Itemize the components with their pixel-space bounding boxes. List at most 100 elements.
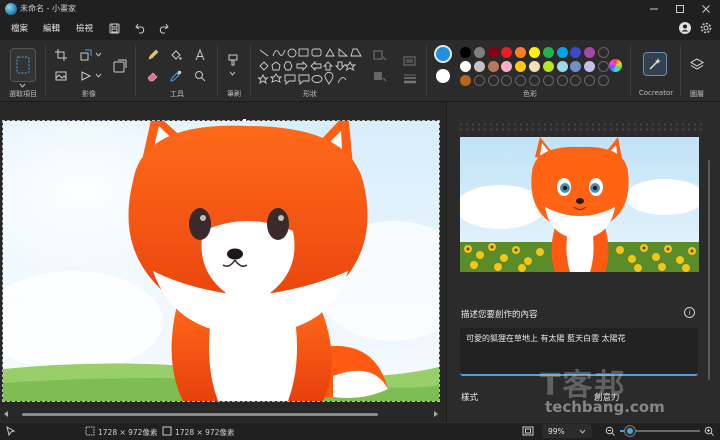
maximize-button[interactable] xyxy=(668,0,692,18)
redo-button[interactable] xyxy=(155,20,171,36)
color-swatch[interactable] xyxy=(473,47,485,58)
shapes-icon xyxy=(257,48,362,86)
zoom-level-dropdown[interactable]: 99% xyxy=(542,424,592,438)
text-button[interactable] xyxy=(192,47,208,63)
panel-scrollbar[interactable] xyxy=(708,160,710,380)
color-swatch[interactable] xyxy=(473,61,485,72)
group-label-brushes: 筆刷 xyxy=(227,90,241,98)
empty-custom-color-slot[interactable] xyxy=(529,75,540,86)
prompt-heading: 描述您要創作的內容 xyxy=(461,310,538,320)
selection-size-readout: 1728 × 972像素 xyxy=(175,428,235,437)
eraser-button[interactable] xyxy=(145,68,161,84)
menu-view[interactable]: 檢視 xyxy=(76,22,93,34)
chevron-down-icon xyxy=(95,73,102,78)
save-button[interactable] xyxy=(106,20,122,36)
settings-button[interactable] xyxy=(698,20,714,36)
color-swatch[interactable] xyxy=(529,61,540,72)
color-swatch[interactable] xyxy=(487,61,499,72)
horizontal-scroll-thumb[interactable] xyxy=(22,413,378,416)
empty-color-slot[interactable] xyxy=(598,47,609,58)
shape-fill-icon xyxy=(403,56,416,66)
shape-outline-icon xyxy=(373,50,387,61)
canvas-size-icon xyxy=(85,426,95,436)
layers-button[interactable] xyxy=(689,57,705,73)
panel-drag-handle[interactable] xyxy=(458,122,702,132)
undo-icon xyxy=(135,23,145,34)
secondary-color-swatch[interactable] xyxy=(436,69,450,83)
edit-colors-button[interactable] xyxy=(609,59,622,72)
menu-edit[interactable]: 編輯 xyxy=(43,22,60,34)
crop-button[interactable] xyxy=(53,47,69,63)
fit-to-window-button[interactable] xyxy=(522,426,534,436)
shape-outline-button[interactable] xyxy=(372,47,388,63)
close-button[interactable] xyxy=(694,0,718,18)
pointer-position-icon xyxy=(6,426,16,436)
group-label-shapes: 形狀 xyxy=(303,90,317,98)
chevron-down-icon xyxy=(229,71,236,76)
resize-button[interactable] xyxy=(78,47,94,63)
empty-custom-color-slot[interactable] xyxy=(598,75,609,86)
rotate-button[interactable] xyxy=(78,68,94,84)
color-swatch[interactable] xyxy=(529,47,540,58)
primary-color-swatch[interactable] xyxy=(434,45,452,63)
group-label-layers: 圖層 xyxy=(690,90,704,98)
canvas-resize-handle[interactable] xyxy=(243,119,246,122)
magnifier-button[interactable] xyxy=(192,68,208,84)
group-label-colors: 色彩 xyxy=(523,90,537,98)
color-swatch[interactable] xyxy=(487,47,499,58)
color-swatch[interactable] xyxy=(542,61,554,72)
zoom-out-button[interactable] xyxy=(605,426,615,436)
color-swatch[interactable] xyxy=(460,61,471,72)
scroll-left-icon xyxy=(4,411,8,417)
chevron-down-icon xyxy=(95,52,102,57)
empty-custom-color-slot[interactable] xyxy=(473,75,485,86)
shape-fill-button[interactable] xyxy=(402,53,418,69)
empty-custom-color-slot[interactable] xyxy=(542,75,554,86)
window-title: 未命名 - 小畫家 xyxy=(20,4,76,13)
stroke-size-icon xyxy=(404,74,416,84)
pencil-button[interactable] xyxy=(145,47,161,63)
selection-tool-button[interactable] xyxy=(10,48,36,82)
color-picker-button[interactable] xyxy=(168,68,184,84)
drawing-canvas[interactable] xyxy=(2,120,440,402)
save-icon xyxy=(109,23,119,33)
rotate-dropdown[interactable] xyxy=(95,73,102,78)
empty-color-slot[interactable] xyxy=(598,61,609,72)
info-icon[interactable]: i xyxy=(684,307,695,318)
ribbon-divider xyxy=(217,44,218,96)
generated-preview-image[interactable] xyxy=(460,137,699,272)
menu-file[interactable]: 檔案 xyxy=(11,22,28,34)
paint-bucket-icon xyxy=(171,50,182,60)
shapes-gallery[interactable] xyxy=(254,44,366,86)
stroke-size-button[interactable] xyxy=(402,70,418,86)
custom-color-swatch[interactable] xyxy=(460,75,471,86)
brushes-dropdown[interactable] xyxy=(229,71,236,76)
cocreator-button[interactable] xyxy=(643,52,667,76)
color-swatch[interactable] xyxy=(460,47,471,58)
selection-dropdown[interactable] xyxy=(19,83,26,88)
minimize-button[interactable] xyxy=(642,0,666,18)
paint-app-icon xyxy=(5,3,17,15)
color-swatch[interactable] xyxy=(556,61,568,72)
maximize-icon xyxy=(676,5,684,13)
image-select-button[interactable] xyxy=(53,68,69,84)
zoom-in-button[interactable] xyxy=(704,426,714,436)
shape-style-button[interactable] xyxy=(372,68,388,84)
color-swatch[interactable] xyxy=(556,47,568,58)
account-button[interactable] xyxy=(677,20,693,36)
image-adjust-button[interactable] xyxy=(112,58,128,74)
ribbon-divider xyxy=(630,44,631,96)
resize-icon xyxy=(80,49,92,61)
brushes-button[interactable] xyxy=(225,52,241,68)
empty-custom-color-slot[interactable] xyxy=(556,75,568,86)
fill-button[interactable] xyxy=(168,47,184,63)
zoom-slider-thumb[interactable] xyxy=(624,426,635,436)
empty-custom-color-slot[interactable] xyxy=(487,75,499,86)
color-swatch[interactable] xyxy=(542,47,554,58)
eyedropper-icon xyxy=(170,70,182,82)
brush-icon xyxy=(228,54,238,66)
undo-button[interactable] xyxy=(133,20,149,36)
resize-dropdown[interactable] xyxy=(95,52,102,57)
chevron-down-icon xyxy=(19,83,26,88)
eraser-icon xyxy=(147,72,158,82)
